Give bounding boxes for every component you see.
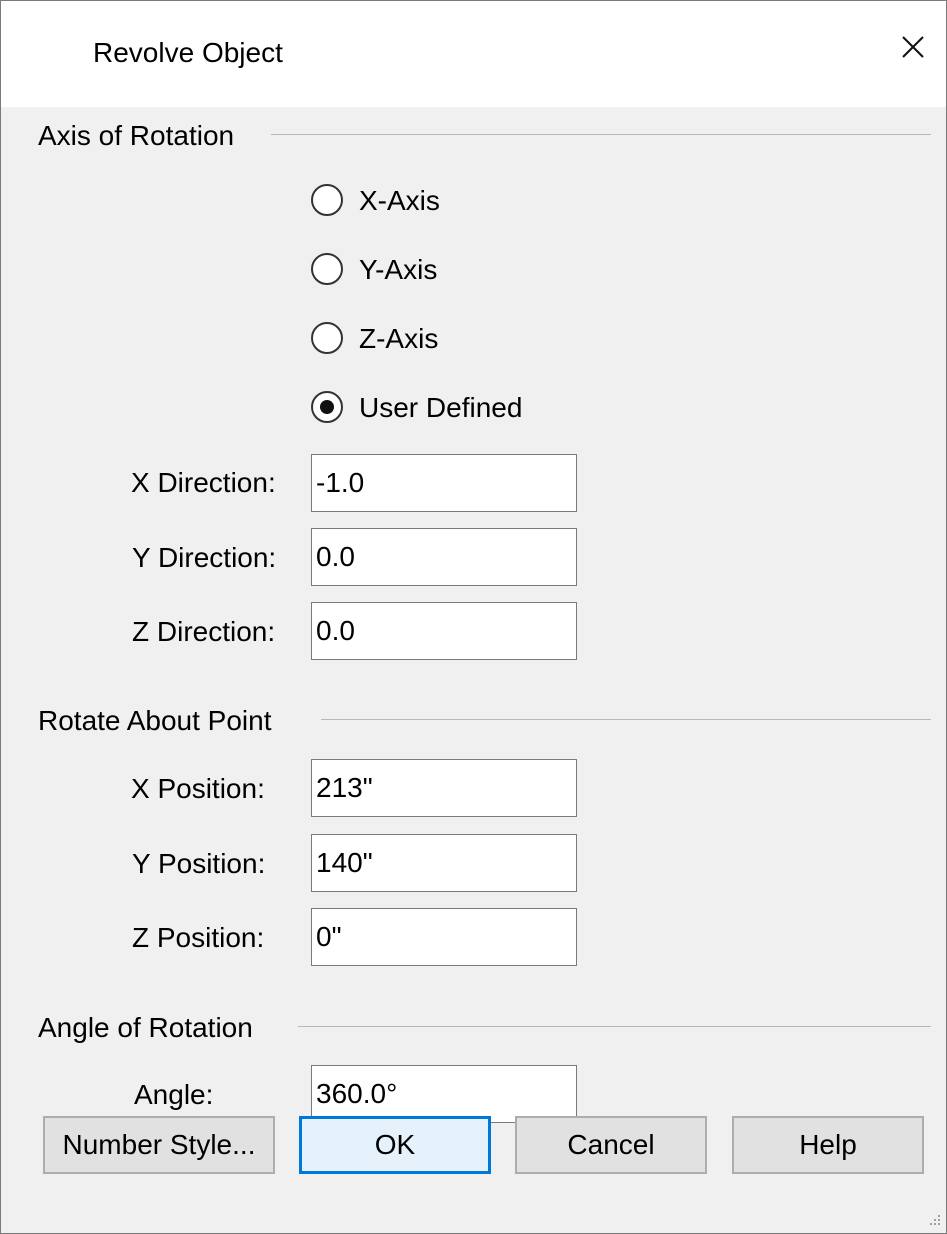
radio-button[interactable] <box>311 184 343 216</box>
z-direction-field[interactable]: 0.0 <box>311 602 577 660</box>
axis-group-divider <box>271 134 931 135</box>
x-position-field[interactable]: 213" <box>311 759 577 817</box>
y-position-label: Y Position: <box>132 848 266 879</box>
title-bar: Revolve Object <box>1 1 946 107</box>
number-style-button[interactable]: Number Style... <box>43 1116 275 1174</box>
close-icon[interactable] <box>893 27 933 67</box>
radio-button[interactable] <box>311 253 343 285</box>
angle-group-divider <box>298 1026 931 1027</box>
axis-group-label: Axis of Rotation <box>38 116 243 156</box>
x-direction-field[interactable]: -1.0 <box>311 454 577 512</box>
z-position-field[interactable]: 0" <box>311 908 577 966</box>
z-direction-label: Z Direction: <box>132 616 276 647</box>
x-position-label: X Position: <box>131 773 265 804</box>
z-axis-radio-label: Z-Axis <box>359 323 439 354</box>
angle-field[interactable]: 360.0° <box>311 1065 577 1123</box>
revolve-object-dialog: Revolve Object Axis of Rotation X-Axis Y… <box>0 0 947 1234</box>
angle-label: Angle: <box>134 1079 214 1110</box>
y-axis-radio-label: Y-Axis <box>359 254 438 285</box>
dialog-title: Revolve Object <box>93 37 283 68</box>
radio-button[interactable] <box>311 322 343 354</box>
z-position-label: Z Position: <box>132 922 265 953</box>
ok-button[interactable]: OK <box>299 1116 491 1174</box>
cancel-button[interactable]: Cancel <box>515 1116 707 1174</box>
radio-dot <box>320 400 334 414</box>
angle-group-label: Angle of Rotation <box>38 1008 261 1048</box>
x-axis-radio-label: X-Axis <box>359 185 440 216</box>
help-button[interactable]: Help <box>732 1116 924 1174</box>
user-defined-radio-label: User Defined <box>359 392 523 423</box>
y-direction-label: Y Direction: <box>132 542 277 573</box>
point-group-label: Rotate About Point <box>38 701 280 741</box>
point-group-divider <box>321 719 931 720</box>
y-position-field[interactable]: 140" <box>311 834 577 892</box>
resize-grip-icon[interactable] <box>924 1211 942 1229</box>
radio-button-selected[interactable] <box>311 391 343 423</box>
x-direction-label: X Direction: <box>131 467 276 498</box>
y-direction-field[interactable]: 0.0 <box>311 528 577 586</box>
